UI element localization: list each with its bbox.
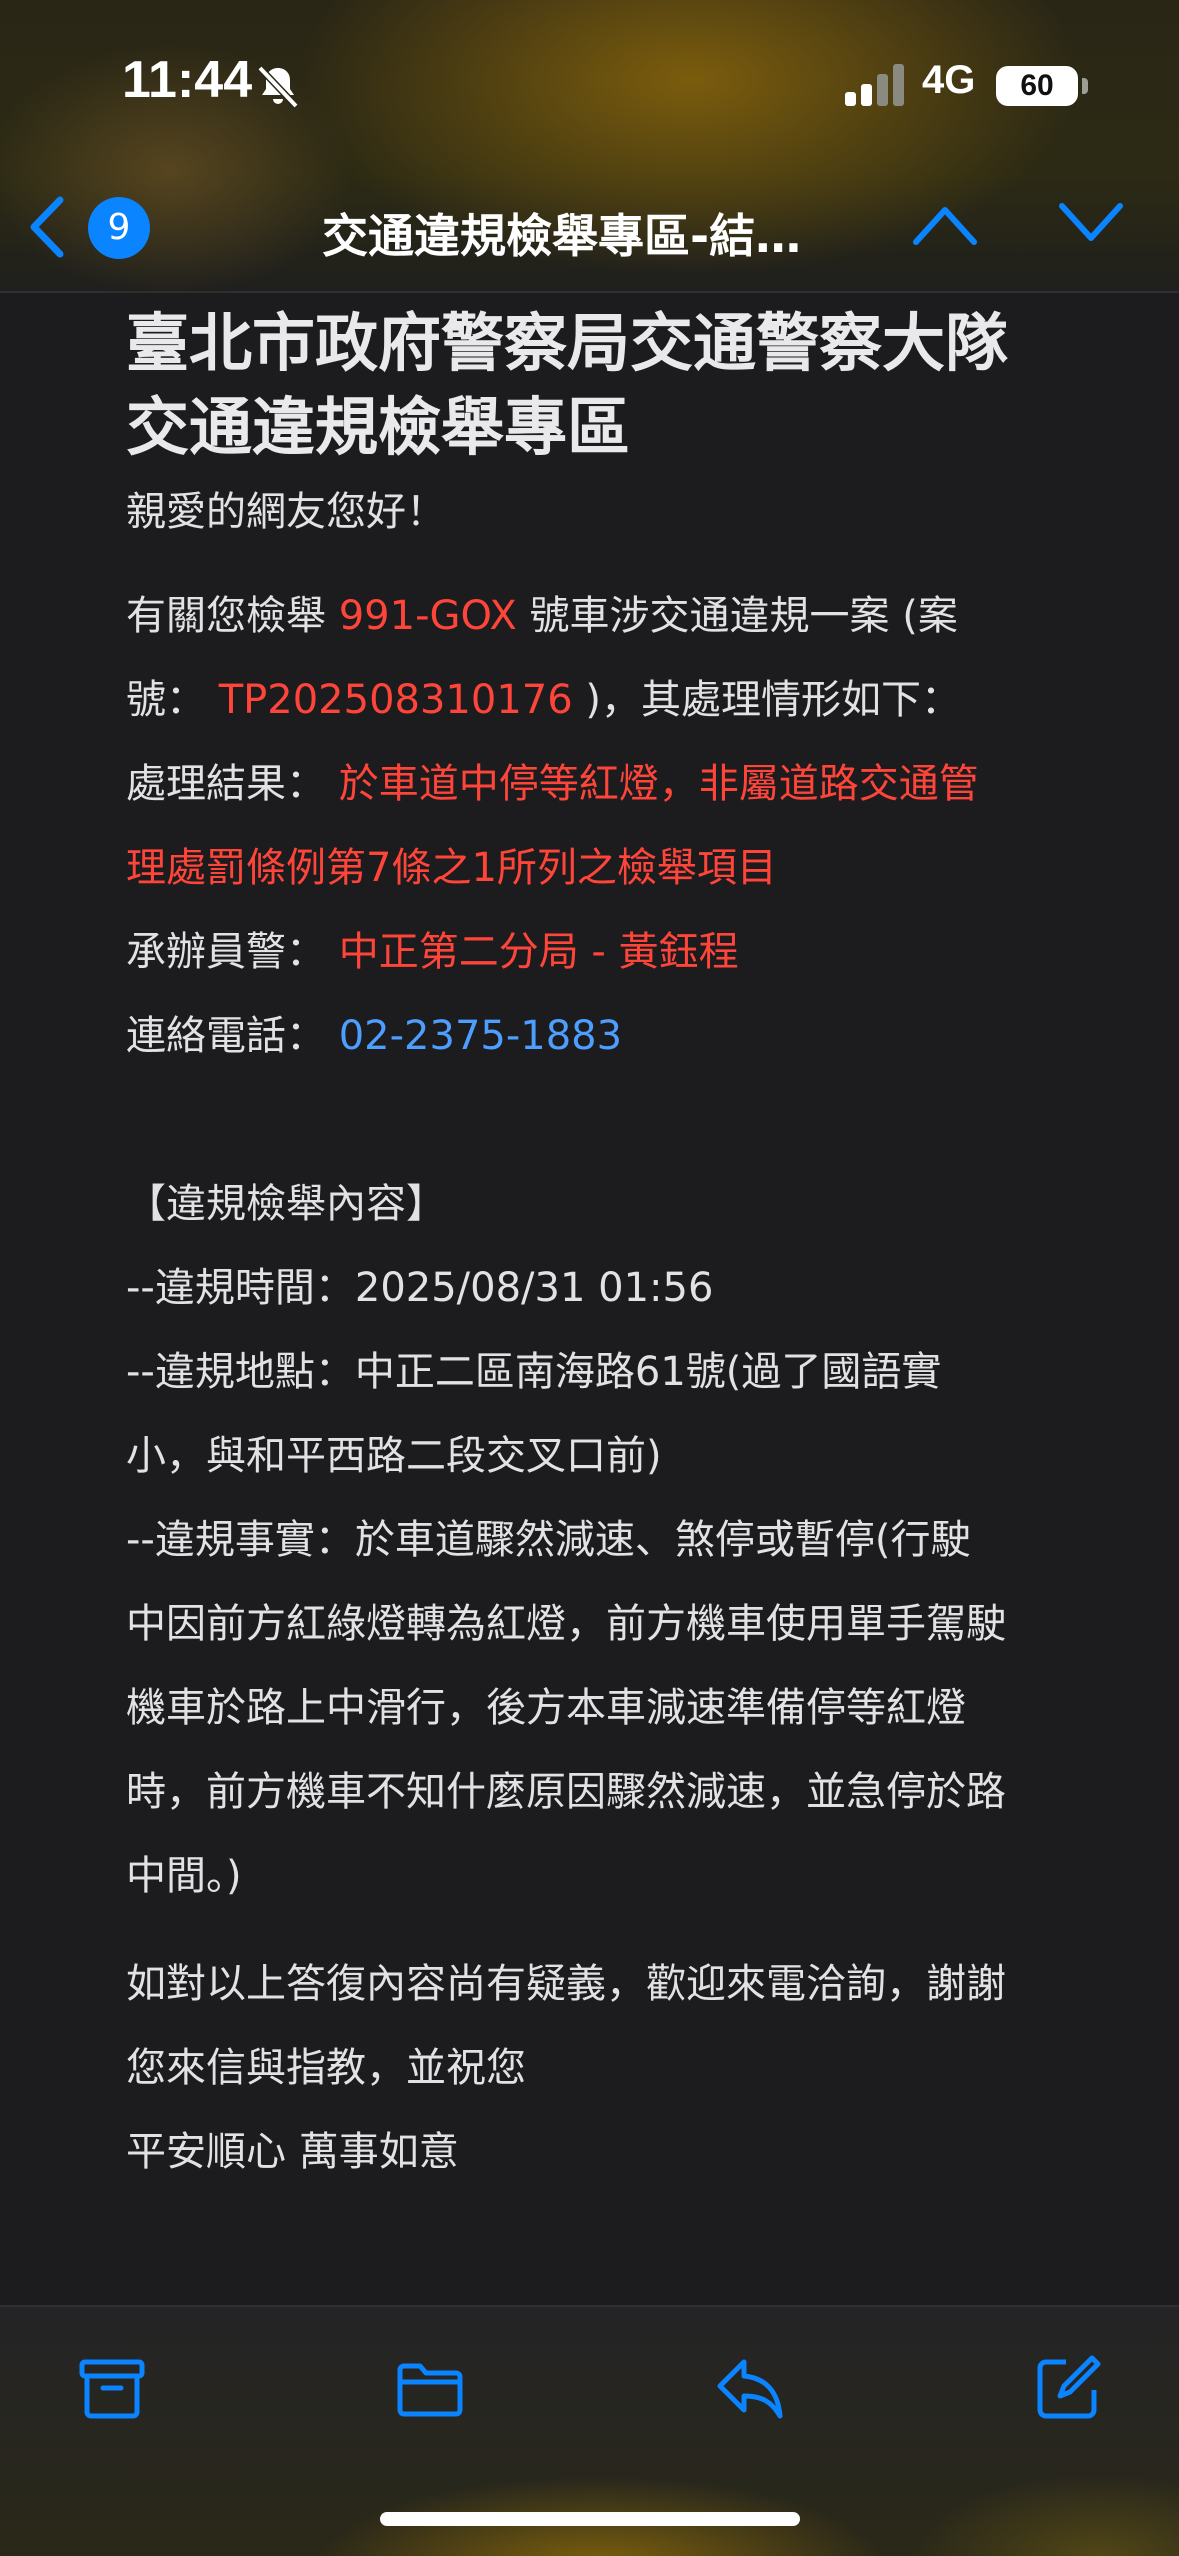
status-time: 11:44 [122,51,253,109]
email-body: 臺北市政府警察局交通警察大隊 交通違規檢舉專區 親愛的網友您好！ 有關您檢舉 9… [126,302,1076,2194]
violation-location: --違規地點：中正二區南海路61號(過了國語實 [126,1349,942,1395]
plate-number: 991-GOX [338,593,517,639]
closing-text: 您來信與指教，並祝您 [126,2045,526,2091]
officer-value: 中正第二分局 - 黃鈺程 [338,929,739,975]
case-suffix: )，其處理情形如下： [572,677,961,723]
reply-icon[interactable] [714,2352,786,2424]
result-label: 處理結果： [126,761,339,807]
compose-icon[interactable] [1032,2352,1104,2424]
phone-label: 連絡電話： [126,1013,339,1059]
phone-link[interactable]: 02-2375-1883 [339,1013,622,1059]
intro-text: 號車涉交通違規一案 (案 [516,593,958,639]
section-title: 【違規檢舉內容】 [126,1181,446,1227]
case-label: 號： [126,677,219,723]
violation-fact-continued: 時，前方機車不知什麼原因驟然減速，並急停於路 [126,1769,1006,1815]
result-line: 處理結果： 於車道中停等紅燈，非屬道路交通管 [126,742,1076,826]
battery-tip [1082,78,1088,94]
officer-label: 承辦員警： [126,929,339,975]
case-line: 號： TP202508310176 )，其處理情形如下： [126,658,1076,742]
result-value: 於車道中停等紅燈，非屬道路交通管 [338,761,979,807]
unread-count-badge[interactable]: 9 [88,197,150,259]
battery-level: 60 [996,66,1078,106]
back-chevron-icon[interactable] [22,192,72,262]
closing-text: 如對以上答復內容尚有疑義，歡迎來電洽詢，謝謝 [126,1961,1006,2007]
greeting: 親愛的網友您好！ [126,489,446,535]
violation-fact-continued: 中間。) [126,1853,242,1899]
intro-line: 有關您檢舉 991-GOX 號車涉交通違規一案 (案 [126,574,1076,658]
violation-fact-continued: 中因前方紅綠燈轉為紅燈，前方機車使用單手駕駛 [126,1601,1006,1647]
officer-line: 承辦員警： 中正第二分局 - 黃鈺程 [126,910,1076,994]
chevron-up-icon[interactable] [910,200,980,248]
folder-icon[interactable] [394,2352,466,2424]
phone-line: 連絡電話： 02-2375-1883 [126,994,1076,1078]
result-value-continued: 理處罰條例第7條之1所列之檢舉項目 [126,845,777,891]
heading-line: 交通違規檢舉專區 [126,391,630,464]
violation-fact-continued: 機車於路上中滑行，後方本車減速準備停等紅燈 [126,1685,966,1731]
heading-line: 臺北市政府警察局交通警察大隊 [126,307,1008,380]
case-number: TP202508310176 [218,677,573,723]
nav-title: 交通違規檢舉專區-結… [322,209,802,263]
cellular-signal-icon [845,64,904,106]
network-type: 4G [922,58,976,102]
violation-time: --違規時間：2025/08/31 01:56 [126,1265,714,1311]
archive-icon[interactable] [76,2352,148,2424]
chevron-down-icon[interactable] [1056,200,1126,248]
email-heading: 臺北市政府警察局交通警察大隊 交通違規檢舉專區 [126,302,1076,470]
violation-fact: --違規事實：於車道驟然減速、煞停或暫停(行駛 [126,1517,971,1563]
closing-text: 平安順心 萬事如意 [126,2129,459,2175]
violation-location-continued: 小，與和平西路二段交叉口前) [126,1433,662,1479]
bell-muted-icon [257,65,299,109]
home-indicator[interactable] [380,2512,800,2526]
intro-text: 有關您檢舉 [126,593,339,639]
